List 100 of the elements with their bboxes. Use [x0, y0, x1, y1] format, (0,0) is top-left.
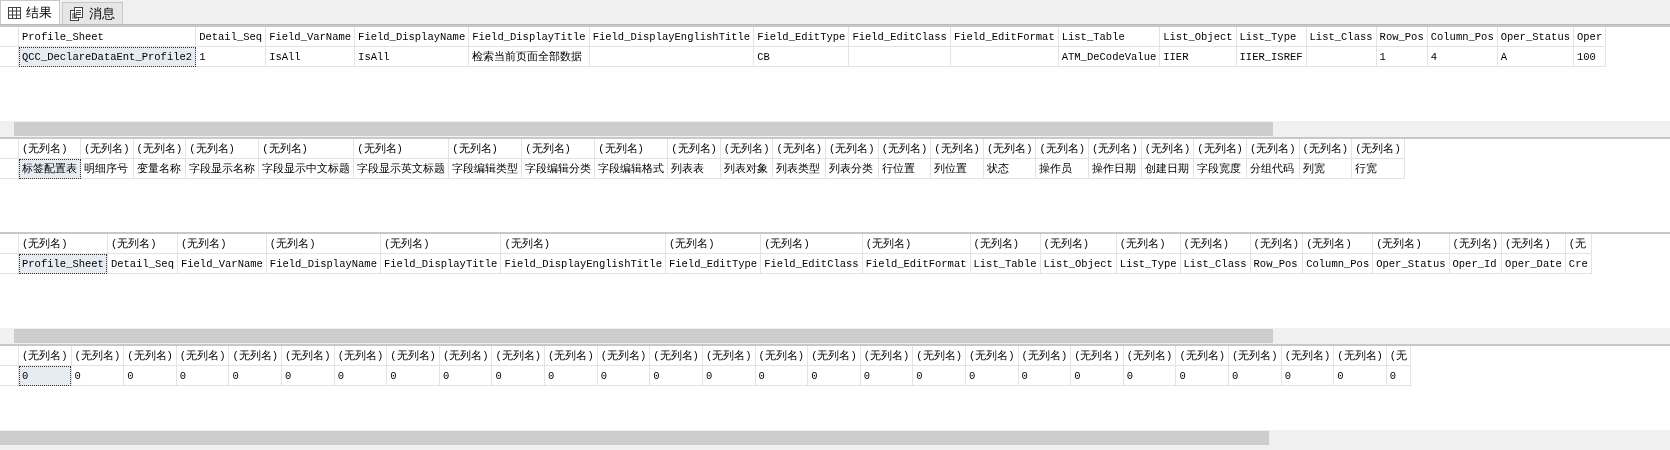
column-header[interactable]: (无列名) [825, 139, 879, 159]
column-header[interactable]: (无列名) [18, 234, 108, 254]
column-header[interactable]: (无列名) [862, 234, 970, 254]
column-header[interactable]: (无列名) [1193, 139, 1247, 159]
column-header[interactable]: (无列名) [380, 234, 501, 254]
column-header[interactable]: (无列名) [334, 346, 387, 366]
column-header[interactable]: (无列名) [649, 346, 703, 366]
column-header[interactable]: Field_EditType [753, 27, 849, 47]
column-header[interactable]: (无列名) [176, 346, 229, 366]
column-header[interactable]: (无列名) [1070, 346, 1124, 366]
column-header[interactable]: List_Type [1236, 27, 1307, 47]
column-header[interactable]: Row_Pos [1376, 27, 1428, 47]
column-header[interactable]: (无列名) [492, 346, 545, 366]
column-header[interactable]: Field_EditClass [848, 27, 951, 47]
column-header[interactable]: (无列名) [1040, 234, 1117, 254]
column-header[interactable]: (无列名) [1036, 139, 1089, 159]
column-header[interactable]: Profile_Sheet [18, 27, 196, 47]
horizontal-scrollbar[interactable] [0, 328, 1670, 344]
column-header[interactable]: (无列名) [970, 234, 1040, 254]
table-cell: A [1497, 46, 1574, 67]
table-cell: ATM_DeCodeValue [1058, 46, 1160, 67]
table-cell: 明细序号 [80, 158, 134, 179]
column-header[interactable]: (无列名) [1250, 234, 1303, 254]
column-header[interactable]: (无列名) [1501, 234, 1566, 254]
column-header[interactable]: (无列名) [667, 139, 721, 159]
column-header[interactable]: (无列名) [133, 139, 186, 159]
column-header[interactable]: Oper_Status [1497, 27, 1574, 47]
column-header[interactable]: (无列名) [107, 234, 178, 254]
column-header[interactable]: (无列名) [760, 234, 863, 254]
column-header[interactable]: Detail_Seq [195, 27, 266, 47]
column-header[interactable]: (无列名) [18, 139, 81, 159]
column-header[interactable]: (无列名) [702, 346, 756, 366]
column-header[interactable]: List_Class [1306, 27, 1377, 47]
column-header[interactable]: (无列名) [1088, 139, 1142, 159]
column-header[interactable]: (无列名) [597, 346, 650, 366]
column-header[interactable]: (无 [1386, 346, 1411, 366]
table-cell: 0 [755, 365, 808, 386]
column-header[interactable]: (无 [1565, 234, 1592, 254]
table-cell: List_Class [1180, 253, 1251, 274]
column-header[interactable]: (无列名) [71, 346, 124, 366]
column-header[interactable]: (无列名) [983, 139, 1036, 159]
column-header[interactable]: Oper [1573, 27, 1606, 47]
column-header[interactable]: (无列名) [1281, 346, 1334, 366]
column-header[interactable]: (无列名) [266, 234, 381, 254]
column-header[interactable]: Field_DisplayEnglishTitle [589, 27, 754, 47]
column-header[interactable]: (无列名) [912, 346, 966, 366]
column-header[interactable]: (无列名) [1302, 234, 1373, 254]
column-header[interactable]: (无列名) [386, 346, 440, 366]
column-header[interactable]: (无列名) [1372, 234, 1449, 254]
column-header[interactable]: (无列名) [258, 139, 354, 159]
column-header[interactable]: (无列名) [1116, 234, 1181, 254]
column-header[interactable]: Field_DisplayName [354, 27, 469, 47]
column-header[interactable]: (无列名) [177, 234, 267, 254]
column-header[interactable]: (无列名) [772, 139, 826, 159]
results-tab[interactable]: 结果 [0, 0, 60, 24]
column-header[interactable]: (无列名) [1180, 234, 1251, 254]
results-tab[interactable]: 消息 [62, 2, 123, 24]
column-header[interactable]: (无列名) [185, 139, 259, 159]
column-header[interactable]: (无列名) [1246, 139, 1300, 159]
table-cell: Field_VarName [177, 253, 267, 274]
column-header[interactable]: (无列名) [860, 346, 913, 366]
column-header[interactable]: (无列名) [439, 346, 492, 366]
column-header[interactable]: (无列名) [965, 346, 1019, 366]
column-header[interactable]: (无列名) [80, 139, 134, 159]
horizontal-scrollbar[interactable] [0, 430, 1670, 446]
column-header[interactable]: (无列名) [123, 346, 177, 366]
column-header[interactable]: (无列名) [1299, 139, 1352, 159]
column-header[interactable]: (无列名) [521, 139, 595, 159]
column-header[interactable]: Field_DisplayTitle [468, 27, 590, 47]
column-header[interactable]: (无列名) [930, 139, 984, 159]
column-header[interactable]: (无列名) [1175, 346, 1229, 366]
column-header[interactable]: (无列名) [594, 139, 668, 159]
column-header[interactable]: Field_VarName [265, 27, 355, 47]
column-header[interactable]: (无列名) [544, 346, 598, 366]
column-header[interactable]: Field_EditFormat [950, 27, 1059, 47]
column-header[interactable]: (无列名) [1449, 234, 1502, 254]
column-header[interactable]: (无列名) [228, 346, 282, 366]
column-header[interactable]: (无列名) [1228, 346, 1282, 366]
column-header[interactable]: (无列名) [448, 139, 522, 159]
table-cell: 行位置 [878, 158, 931, 179]
column-header[interactable]: (无列名) [755, 346, 808, 366]
column-header[interactable]: (无列名) [720, 139, 773, 159]
column-header[interactable]: (无列名) [1333, 346, 1387, 366]
column-header[interactable]: (无列名) [1141, 139, 1194, 159]
column-header[interactable]: (无列名) [807, 346, 861, 366]
column-header[interactable]: (无列名) [878, 139, 931, 159]
column-header[interactable]: Column_Pos [1427, 27, 1498, 47]
column-header[interactable]: (无列名) [665, 234, 761, 254]
column-header[interactable]: List_Table [1058, 27, 1160, 47]
horizontal-scrollbar[interactable] [0, 121, 1670, 137]
column-header[interactable]: (无列名) [500, 234, 666, 254]
column-header[interactable]: (无列名) [281, 346, 335, 366]
column-header[interactable]: (无列名) [18, 346, 72, 366]
table-cell: 0 [649, 365, 703, 386]
column-header[interactable]: List_Object [1159, 27, 1237, 47]
column-header[interactable]: (无列名) [353, 139, 449, 159]
column-header[interactable]: (无列名) [1018, 346, 1071, 366]
column-header[interactable]: (无列名) [1351, 139, 1405, 159]
column-header[interactable]: (无列名) [1123, 346, 1176, 366]
table-cell: 0 [702, 365, 756, 386]
